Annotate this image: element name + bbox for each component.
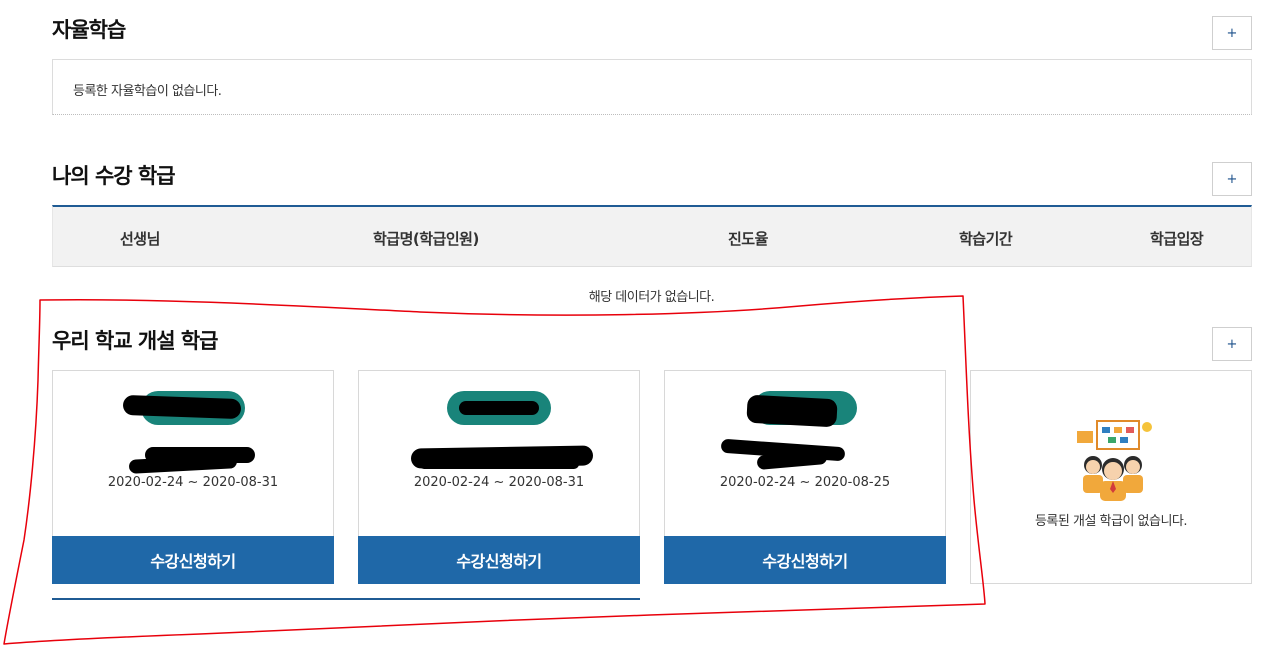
no-open-class-card: 등록된 개설 학급이 없습니다.	[970, 370, 1252, 584]
class-card: 2020-02-24 ~ 2020-08-31 수강신청하기	[358, 370, 640, 584]
my-classes-more-button[interactable]: +	[1212, 162, 1252, 196]
self-study-empty-message: 등록한 자율학습이 없습니다.	[73, 84, 222, 99]
my-classes-empty-message: 해당 데이터가 없습니다.	[588, 290, 715, 305]
no-open-class-message: 등록된 개설 학급이 없습니다.	[1034, 514, 1188, 529]
enroll-button[interactable]: 수강신청하기	[664, 536, 946, 584]
school-classes-more-button[interactable]: +	[1212, 327, 1252, 361]
column-header-teacher: 선생님	[120, 230, 160, 248]
my-classes-table-header: 선생님 학급명(학급인원) 진도율 학습기간 학급입장	[52, 205, 1252, 267]
column-header-progress: 진도율	[728, 230, 768, 248]
redaction	[459, 401, 539, 415]
self-study-empty-box: 등록한 자율학습이 없습니다.	[52, 59, 1252, 115]
class-period: 2020-02-24 ~ 2020-08-31	[107, 475, 279, 490]
column-header-enter: 학급입장	[1150, 230, 1204, 248]
tab-underline	[52, 598, 640, 600]
students-illustration-icon	[1077, 420, 1152, 501]
my-classes-title: 나의 수강 학급	[52, 164, 176, 188]
redaction	[746, 394, 838, 428]
class-card: 2020-02-24 ~ 2020-08-25 수강신청하기	[664, 370, 946, 584]
self-study-more-button[interactable]: +	[1212, 16, 1252, 50]
class-card: 2020-02-24 ~ 2020-08-31 수강신청하기	[52, 370, 334, 584]
school-classes-title: 우리 학교 개설 학급	[52, 329, 218, 353]
class-period: 2020-02-24 ~ 2020-08-31	[413, 475, 585, 490]
redaction	[419, 459, 579, 469]
class-period: 2020-02-24 ~ 2020-08-25	[719, 475, 891, 490]
redaction	[122, 394, 242, 420]
self-study-title: 자율학습	[52, 18, 126, 42]
column-header-class-name: 학급명(학급인원)	[373, 230, 479, 248]
enroll-button[interactable]: 수강신청하기	[358, 536, 640, 584]
column-header-period: 학습기간	[959, 230, 1013, 248]
enroll-button[interactable]: 수강신청하기	[52, 536, 334, 584]
